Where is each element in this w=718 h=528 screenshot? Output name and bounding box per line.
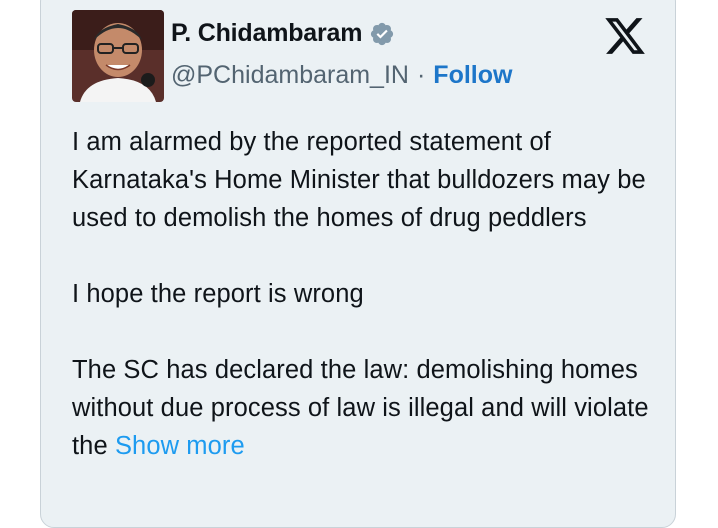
author-name[interactable]: P. Chidambaram [171, 19, 362, 48]
avatar[interactable] [72, 10, 164, 102]
tweet-paragraph: I hope the report is wrong [72, 280, 364, 308]
author-handle-row: @PChidambaram_IN · Follow [171, 61, 512, 90]
tweet-text: I am alarmed by the reported statement o… [72, 123, 652, 465]
avatar-image [72, 10, 164, 102]
tweet-paragraph-truncated: The SC has declared the law: demolishing… [72, 351, 652, 465]
author-handle[interactable]: @PChidambaram_IN [171, 61, 409, 90]
x-logo-icon[interactable] [603, 14, 647, 58]
verified-badge-icon [369, 21, 395, 47]
separator-dot: · [416, 61, 426, 89]
author-name-row: P. Chidambaram [171, 19, 395, 48]
tweet-paragraph: I am alarmed by the reported statement o… [72, 128, 646, 232]
show-more-link[interactable]: Show more [115, 432, 245, 460]
tweet-card[interactable]: P. Chidambaram @PChidambaram_IN · Follow… [40, 0, 676, 528]
follow-button[interactable]: Follow [433, 61, 512, 90]
